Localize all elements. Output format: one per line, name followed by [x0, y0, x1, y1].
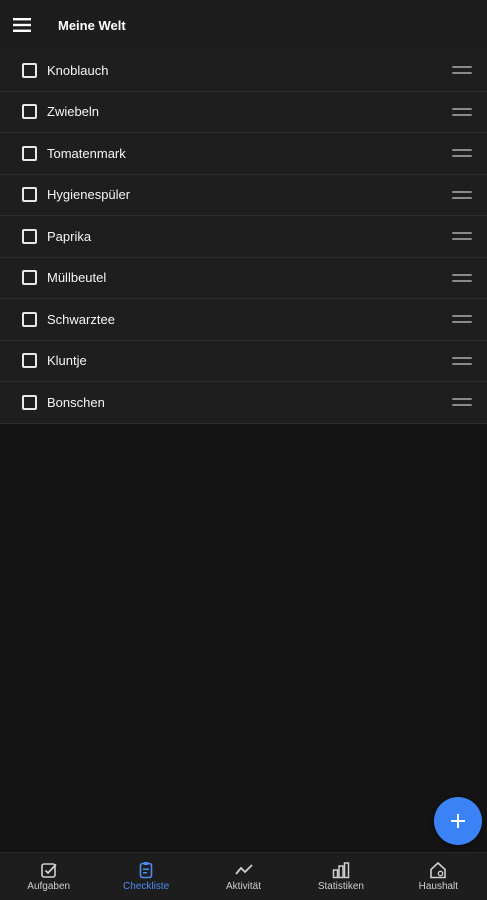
item-checkbox[interactable]: [22, 353, 37, 369]
list-item[interactable]: Hygienespüler: [0, 174, 487, 216]
item-checkbox[interactable]: [22, 145, 37, 161]
item-label: Hygienespüler: [47, 187, 131, 203]
drag-handle-icon[interactable]: [452, 60, 472, 80]
nav-item-aktivitaet[interactable]: Aktivität: [195, 853, 292, 900]
item-label: Zwiebeln: [47, 104, 100, 120]
drag-handle-icon[interactable]: [452, 226, 472, 246]
item-label: Schwarztee: [47, 311, 115, 327]
checkbox-icon: [40, 863, 57, 878]
item-checkbox[interactable]: [22, 311, 37, 327]
nav-label: Aufgaben: [27, 881, 71, 892]
checklist: Knoblauch Zwiebeln Tomatenmark Hygienesp…: [0, 50, 487, 424]
item-checkbox[interactable]: [22, 62, 37, 78]
item-checkbox[interactable]: [22, 228, 37, 244]
activity-line-icon: [234, 864, 253, 875]
drag-handle-icon[interactable]: [452, 268, 472, 288]
nav-label: Haushalt: [418, 881, 459, 892]
list-item[interactable]: Knoblauch: [0, 50, 487, 92]
bar-chart-icon: [332, 862, 350, 879]
add-item-button[interactable]: [434, 797, 482, 845]
item-label: Bonschen: [47, 394, 105, 410]
list-item[interactable]: Müllbeutel: [0, 257, 487, 299]
drag-handle-icon[interactable]: [452, 392, 472, 412]
item-label: Paprika: [47, 228, 92, 244]
list-item[interactable]: Schwarztee: [0, 299, 487, 341]
drag-handle-icon[interactable]: [452, 351, 472, 371]
item-checkbox[interactable]: [22, 187, 37, 203]
nav-label: Aktivität: [226, 881, 262, 892]
home-icon: [430, 861, 447, 879]
list-item[interactable]: Bonschen: [0, 382, 487, 424]
top-app-bar: Meine Welt: [0, 0, 487, 50]
list-item[interactable]: Zwiebeln: [0, 91, 487, 133]
list-item[interactable]: Kluntje: [0, 340, 487, 382]
nav-item-statistiken[interactable]: Statistiken: [292, 853, 389, 900]
item-checkbox[interactable]: [22, 104, 37, 120]
item-label: Müllbeutel: [47, 270, 107, 286]
list-item[interactable]: Tomatenmark: [0, 133, 487, 175]
drag-handle-icon[interactable]: [452, 102, 472, 122]
list-item[interactable]: Paprika: [0, 216, 487, 258]
bottom-navigation: Aufgaben Checkliste Aktivität Statistike…: [0, 852, 487, 900]
nav-label: Checkliste: [123, 881, 170, 892]
item-checkbox[interactable]: [22, 394, 37, 410]
clipboard-list-icon: [139, 862, 153, 879]
plus-icon: [451, 814, 465, 828]
drag-handle-icon[interactable]: [452, 309, 472, 329]
nav-item-checkliste[interactable]: Checkliste: [97, 853, 194, 900]
item-checkbox[interactable]: [22, 270, 37, 286]
item-label: Knoblauch: [47, 62, 109, 78]
nav-item-haushalt[interactable]: Haushalt: [390, 853, 487, 900]
page-title: Meine Welt: [58, 17, 126, 33]
drag-handle-icon[interactable]: [452, 185, 472, 205]
item-label: Tomatenmark: [47, 145, 126, 161]
nav-item-aufgaben[interactable]: Aufgaben: [0, 853, 97, 900]
app-root: Meine Welt Knoblauch Zwiebeln Tomatenmar…: [0, 0, 487, 900]
hamburger-menu-icon[interactable]: [0, 0, 44, 50]
drag-handle-icon[interactable]: [452, 143, 472, 163]
nav-label: Statistiken: [317, 881, 364, 892]
item-label: Kluntje: [47, 353, 87, 369]
